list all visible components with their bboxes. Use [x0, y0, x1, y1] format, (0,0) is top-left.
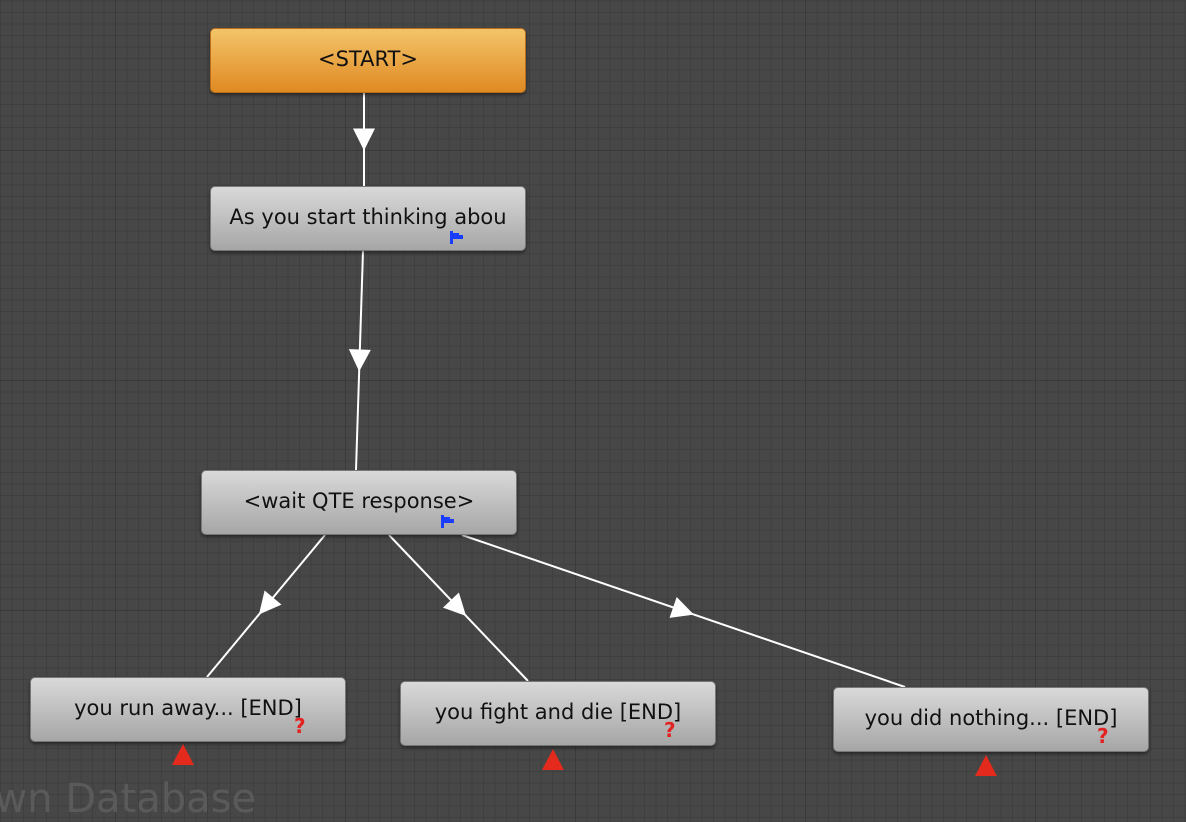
node-run[interactable]: you run away... [END] ? — [30, 677, 346, 742]
node-wait[interactable]: <wait QTE response> — [201, 470, 517, 535]
arrowhead-wait-run — [258, 590, 282, 615]
node-fight[interactable]: you fight and die [END] ? — [400, 681, 716, 746]
node-start-label: <START> — [318, 46, 418, 71]
node-intro-label: As you start thinking abou — [229, 204, 507, 229]
node-nothing[interactable]: you did nothing... [END] ? — [833, 687, 1149, 752]
node-nothing-label: you did nothing... [END] — [864, 705, 1118, 730]
node-run-label: you run away... [END] — [74, 695, 302, 720]
end-marker-icon — [542, 749, 564, 770]
node-wait-label: <wait QTE response> — [243, 488, 475, 513]
node-fight-label: you fight and die [END] — [434, 699, 682, 724]
arrowhead-intro-wait — [348, 349, 371, 372]
question-icon: ? — [294, 714, 306, 738]
node-start[interactable]: <START> — [210, 28, 526, 93]
end-marker-icon — [975, 755, 997, 776]
question-icon: ? — [1097, 724, 1109, 748]
end-marker-icon — [172, 744, 194, 765]
flag-icon — [450, 231, 463, 244]
node-intro[interactable]: As you start thinking abou — [210, 186, 526, 251]
database-watermark: own Database — [0, 776, 257, 822]
arrowhead-start-intro — [353, 128, 375, 151]
question-icon: ? — [664, 718, 676, 742]
flag-icon — [441, 515, 454, 528]
arrowhead-wait-nothing — [669, 597, 694, 618]
